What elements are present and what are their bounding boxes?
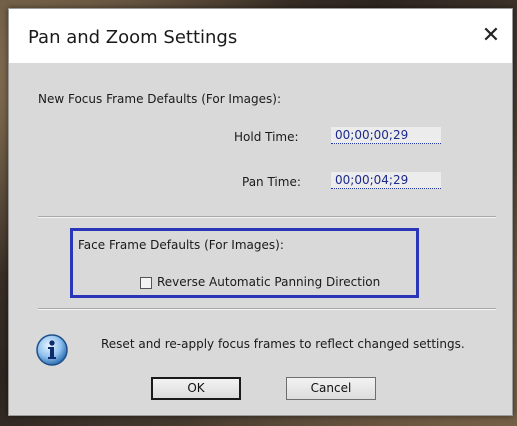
info-message: Reset and re-apply focus frames to refle… xyxy=(101,337,465,351)
reverse-panning-label[interactable]: Reverse Automatic Panning Direction xyxy=(157,275,380,289)
pan-time-field[interactable]: 00;00;04;29 xyxy=(331,172,441,189)
pan-zoom-settings-dialog: Pan and Zoom Settings ✕ New Focus Frame … xyxy=(8,8,513,416)
info-icon xyxy=(36,334,68,366)
separator xyxy=(38,216,496,218)
hold-time-label: Hold Time: xyxy=(234,130,299,144)
ok-button[interactable]: OK xyxy=(151,377,241,400)
hold-time-field[interactable]: 00;00;00;29 xyxy=(331,127,441,144)
pan-time-label: Pan Time: xyxy=(242,175,301,189)
cancel-button[interactable]: Cancel xyxy=(286,377,376,400)
close-icon[interactable]: ✕ xyxy=(474,21,508,51)
focus-frame-heading: New Focus Frame Defaults (For Images): xyxy=(38,92,281,106)
reverse-panning-checkbox[interactable] xyxy=(140,277,152,289)
dialog-title: Pan and Zoom Settings xyxy=(28,27,238,48)
title-bar: Pan and Zoom Settings ✕ xyxy=(9,9,512,63)
face-frame-heading: Face Frame Defaults (For Images): xyxy=(78,238,284,252)
separator xyxy=(38,308,496,310)
